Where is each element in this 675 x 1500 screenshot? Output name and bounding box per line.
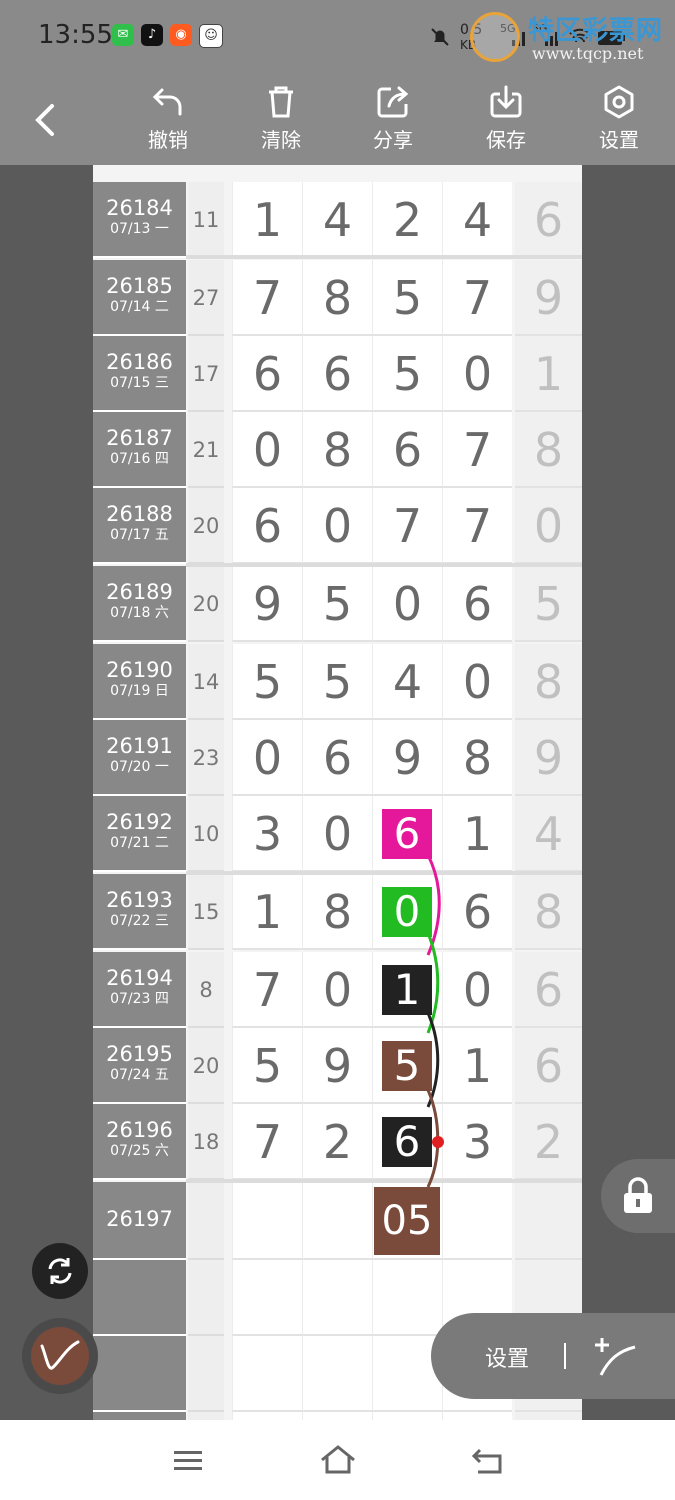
settings-label: 设置 (599, 128, 639, 152)
avatar-icon: ☺ (199, 24, 223, 48)
download-icon (490, 85, 522, 118)
watermark-logo (470, 12, 520, 62)
clear-label: 清除 (261, 128, 301, 152)
watermark-url: www.tqcp.net (532, 44, 644, 63)
pen-icon (40, 1340, 80, 1370)
settings-button[interactable]: 设置 (584, 84, 654, 153)
kuaishou-icon: ◉ (170, 24, 192, 46)
bell-muted-icon (431, 28, 449, 46)
refresh-button[interactable] (32, 1243, 88, 1299)
watermark: 特区彩票网 www.tqcp.net (470, 10, 675, 70)
lock-button[interactable] (601, 1159, 675, 1233)
curve-anchor-dot[interactable] (432, 1136, 444, 1148)
clear-button[interactable]: 清除 (246, 84, 316, 153)
trend-lines (426, 854, 444, 1188)
save-button[interactable]: 保存 (471, 84, 541, 153)
status-time: 13:55 (38, 20, 113, 50)
undo-icon (152, 88, 182, 116)
settings-hex-icon (604, 85, 634, 119)
pill-divider (564, 1343, 566, 1369)
share-icon (377, 86, 409, 118)
menu-icon[interactable] (172, 1448, 204, 1474)
refresh-icon (48, 1258, 72, 1284)
wechat-icon: ✉ (112, 24, 134, 46)
tiktok-icon: ♪ (141, 24, 163, 46)
watermark-title: 特区彩票网 (528, 16, 664, 46)
lock-icon (624, 1177, 652, 1213)
pen-button[interactable] (22, 1318, 98, 1394)
share-label: 分享 (373, 128, 413, 152)
add-curve-icon[interactable] (591, 1333, 641, 1379)
back-icon[interactable] (470, 1446, 506, 1476)
system-nav-bar (0, 1420, 675, 1500)
undo-button[interactable]: 撤销 (133, 84, 203, 153)
pill-settings-label[interactable]: 设置 (485, 1341, 529, 1373)
back-chevron-icon[interactable] (28, 100, 64, 140)
save-label: 保存 (486, 128, 526, 152)
share-button[interactable]: 分享 (358, 84, 428, 153)
home-icon[interactable] (318, 1444, 358, 1476)
trend-grid: 26184 07/13 一 11 1 4 2 4 6 26185 07/14 二 27 7 8 5 7 9 26… (93, 165, 582, 1420)
toolbar: 撤销 清除 分享 保存 设置 (0, 72, 675, 165)
trash-icon (269, 86, 293, 118)
undo-label: 撤销 (148, 128, 188, 152)
settings-pill[interactable]: 设置 (431, 1313, 675, 1399)
